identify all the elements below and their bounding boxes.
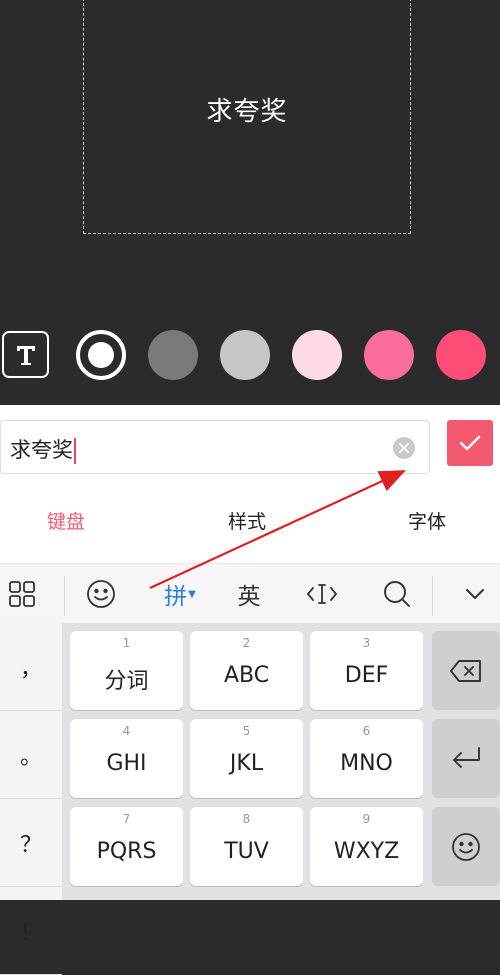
- punct-comma-key[interactable]: ，: [0, 623, 62, 711]
- color-swatch-pink[interactable]: [364, 330, 414, 380]
- enter-key[interactable]: [432, 719, 500, 798]
- key-label: ABC: [223, 663, 270, 688]
- key-8[interactable]: 8 TUV: [190, 807, 303, 886]
- text-icon: [16, 345, 35, 365]
- text-caret: [74, 438, 76, 464]
- clear-input-button[interactable]: [393, 437, 415, 459]
- english-mode-button[interactable]: 英: [232, 564, 266, 624]
- text-edit-panel: 求夸奖 键盘 样式 字体 拼 ▼ 英 ， 。 ？ ！ 1 分词 2 ABC 3 …: [0, 405, 500, 975]
- text-style-button[interactable]: [2, 331, 49, 378]
- emoji-icon[interactable]: [84, 564, 118, 624]
- t9-keyboard: ， 。 ？ ！ 1 分词 2 ABC 3 DEF 4 GHI 5 JKL 6 M…: [0, 623, 500, 975]
- tab-keyboard[interactable]: 键盘: [47, 507, 85, 534]
- key-3[interactable]: 3 DEF: [310, 631, 423, 710]
- key-label: WXYZ: [333, 839, 400, 864]
- backspace-key[interactable]: [432, 631, 500, 710]
- color-swatch-gray[interactable]: [148, 330, 198, 380]
- color-swatch-light-gray[interactable]: [220, 330, 270, 380]
- pinyin-mode-button[interactable]: 拼 ▼: [158, 564, 202, 624]
- key-label: JKL: [229, 751, 264, 776]
- text-input-field[interactable]: 求夸奖: [0, 420, 430, 474]
- punct-period-key[interactable]: 。: [0, 711, 62, 799]
- punctuation-column: ， 。 ？ ！: [0, 623, 62, 975]
- key-9[interactable]: 9 WXYZ: [310, 807, 423, 886]
- key-label: 分词: [104, 669, 149, 694]
- pinyin-mode-label: 拼: [164, 584, 188, 610]
- key-7[interactable]: 7 PQRS: [70, 807, 183, 886]
- key-label: GHI: [106, 751, 147, 776]
- enter-icon: [453, 746, 480, 768]
- key-2[interactable]: 2 ABC: [190, 631, 303, 710]
- color-swatch-light-pink[interactable]: [292, 330, 342, 380]
- tab-font[interactable]: 字体: [408, 507, 446, 534]
- cursor-icon[interactable]: [304, 564, 340, 624]
- key-5[interactable]: 5 JKL: [190, 719, 303, 798]
- editor-canvas: 求夸奖: [0, 0, 500, 405]
- caret-down-icon: ▼: [188, 588, 196, 600]
- punct-question-key[interactable]: ？: [0, 799, 62, 887]
- text-input-value: 求夸奖: [10, 438, 73, 462]
- search-icon[interactable]: [380, 564, 414, 624]
- grid-icon[interactable]: [4, 564, 40, 624]
- chevron-down-icon[interactable]: [460, 564, 490, 624]
- close-icon: [399, 443, 409, 453]
- keyboard-toolbar: 拼 ▼ 英: [0, 563, 500, 624]
- color-swatch-rose[interactable]: [436, 330, 486, 380]
- key-1[interactable]: 1 分词: [70, 631, 183, 710]
- text-box[interactable]: 求夸奖: [83, 0, 411, 234]
- key-label: MNO: [340, 751, 393, 776]
- emoji-icon: [452, 832, 480, 861]
- checkmark-icon: [459, 435, 481, 451]
- key-label: DEF: [344, 663, 389, 688]
- emoji-key[interactable]: [432, 807, 500, 886]
- key-4[interactable]: 4 GHI: [70, 719, 183, 798]
- backspace-icon: [450, 659, 481, 682]
- key-6[interactable]: 6 MNO: [310, 719, 423, 798]
- text-box-content: 求夸奖: [206, 97, 288, 127]
- tab-style[interactable]: 样式: [228, 507, 266, 534]
- key-label: TUV: [224, 839, 269, 864]
- punct-exclamation-key[interactable]: ！: [0, 887, 62, 975]
- color-swatch-white-selected[interactable]: [76, 330, 126, 380]
- key-label: PQRS: [96, 839, 157, 864]
- confirm-button[interactable]: [447, 420, 493, 466]
